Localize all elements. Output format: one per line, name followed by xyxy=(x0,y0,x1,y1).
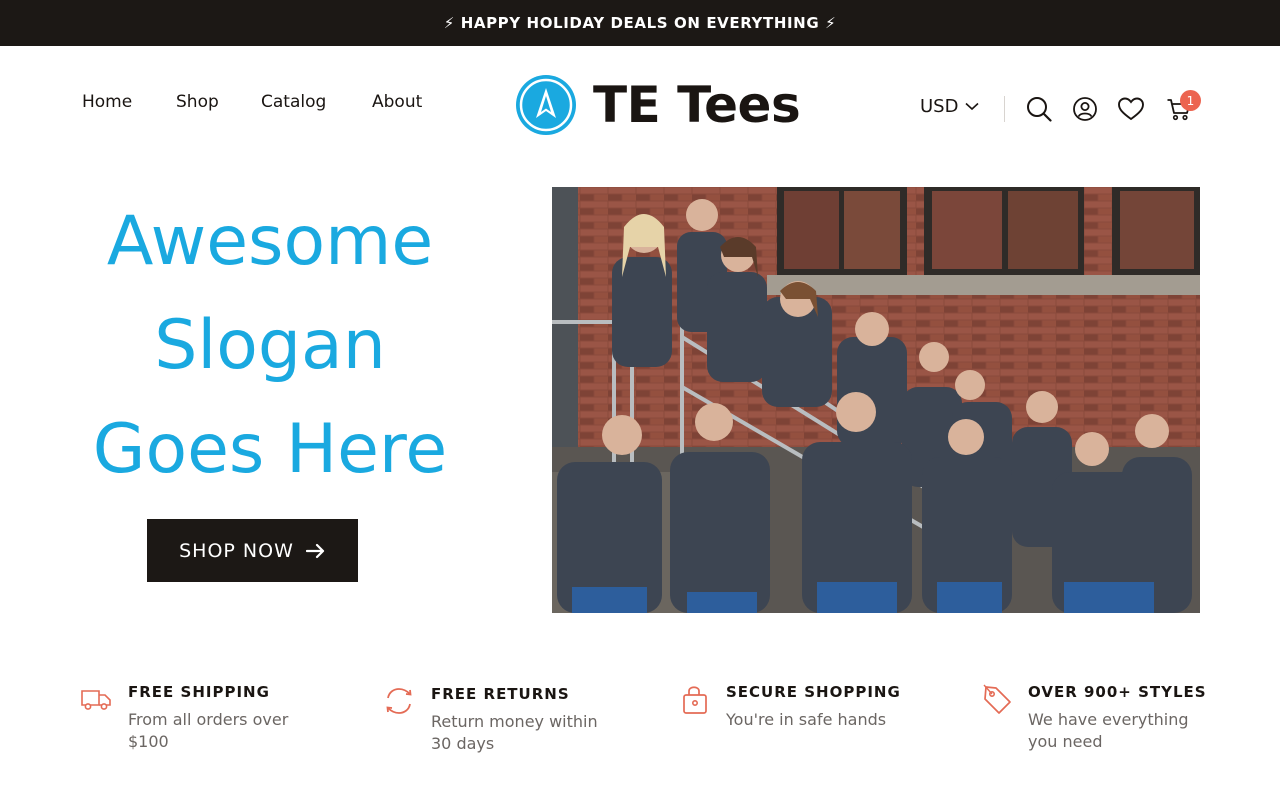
feature-title: OVER 900+ STYLES xyxy=(1028,683,1207,701)
nav-item-shop[interactable]: Shop xyxy=(176,92,219,112)
brand-logo[interactable]: TE Tees xyxy=(515,74,801,136)
feature-description: Return money within 30 days xyxy=(431,712,598,753)
feature-title: FREE RETURNS xyxy=(431,685,570,703)
account-icon[interactable] xyxy=(1072,96,1098,122)
feature-title: FREE SHIPPING xyxy=(128,683,270,701)
announcement-bar: ⚡ HAPPY HOLIDAY DEALS ON EVERYTHING ⚡ xyxy=(0,0,1280,46)
nav-item-about[interactable]: About xyxy=(372,92,422,112)
tag-icon xyxy=(983,684,1011,714)
brand-name: TE Tees xyxy=(593,76,801,134)
feature-description: From all orders over $100 xyxy=(128,710,289,751)
returns-icon xyxy=(386,688,412,714)
chevron-down-icon xyxy=(965,102,980,111)
nav-item-home[interactable]: Home xyxy=(82,92,132,112)
search-icon[interactable] xyxy=(1026,96,1052,122)
shop-now-label: SHOP NOW xyxy=(179,539,294,562)
shop-now-button[interactable]: SHOP NOW xyxy=(147,519,358,582)
header-divider xyxy=(1004,96,1005,122)
lock-icon xyxy=(683,686,707,714)
hero-slogan: Awesome Slogan Goes Here xyxy=(60,190,480,502)
feature-description: You're in safe hands xyxy=(726,710,887,729)
slogan-line: Awesome xyxy=(106,202,434,281)
slogan-line: Goes Here xyxy=(92,410,448,489)
nav-item-catalog[interactable]: Catalog xyxy=(261,92,326,112)
announcement-text: ⚡ HAPPY HOLIDAY DEALS ON EVERYTHING ⚡ xyxy=(443,14,837,32)
currency-label: USD xyxy=(920,96,959,117)
slogan-line: Slogan xyxy=(154,306,386,385)
wishlist-icon[interactable] xyxy=(1117,96,1145,122)
cart-count-badge: 1 xyxy=(1180,90,1201,111)
truck-icon xyxy=(81,690,111,710)
currency-selector[interactable]: USD xyxy=(920,96,980,117)
logo-icon xyxy=(516,75,576,135)
feature-title: SECURE SHOPPING xyxy=(726,683,901,701)
arrow-right-icon xyxy=(305,543,324,558)
feature-description: We have everything you need xyxy=(1028,710,1189,751)
hero-team-photo xyxy=(552,187,1200,613)
